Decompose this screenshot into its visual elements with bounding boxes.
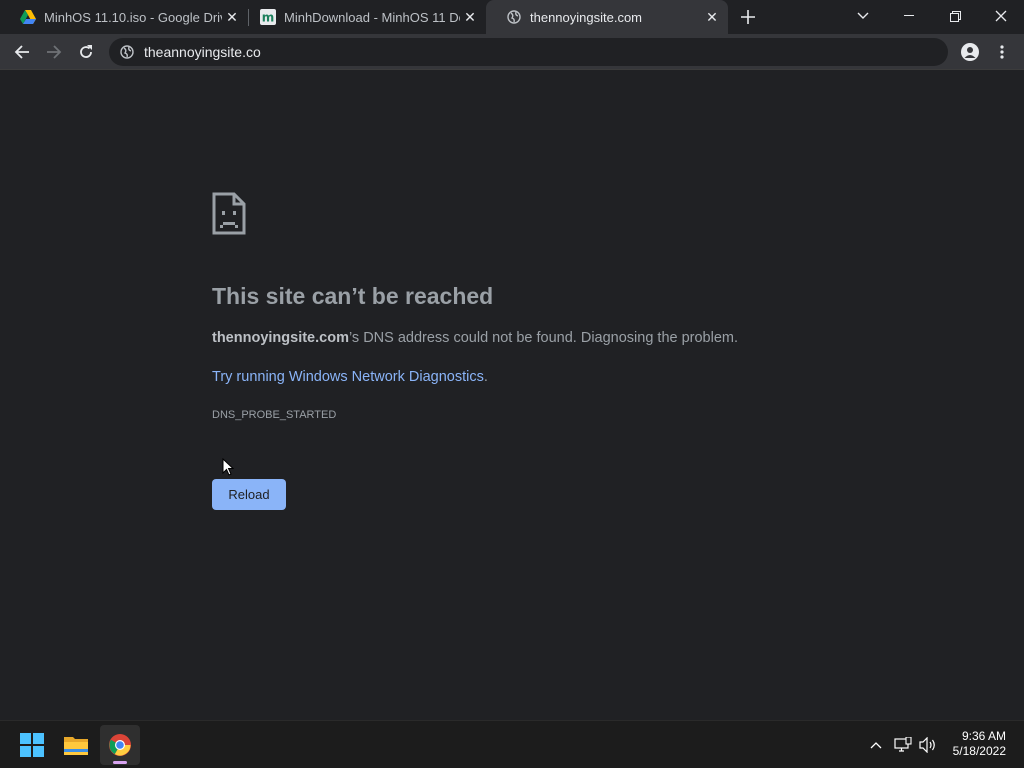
tab-title: MinhOS 11.10.iso - Google Drive [44, 9, 222, 25]
error-title: This site can’t be reached [212, 283, 494, 309]
chrome-icon[interactable] [100, 725, 140, 765]
reload-icon[interactable] [72, 38, 100, 66]
close-icon[interactable]: ✕ [702, 7, 722, 27]
globe-icon [119, 44, 135, 60]
menu-kebab-icon[interactable] [988, 38, 1016, 66]
address-url: theannoyingsite.co [144, 44, 261, 60]
restore-button[interactable] [932, 0, 978, 32]
screen: MinhOS 11.10.iso - Google Drive ✕ m Minh… [0, 0, 1024, 768]
volume-icon[interactable] [918, 735, 938, 755]
clock-date: 5/18/2022 [952, 744, 1006, 758]
close-window-button[interactable] [978, 0, 1024, 32]
taskbar: 9:36 AM 5/18/2022 [0, 720, 1024, 768]
tab-title: MinhDownload - MinhOS 11 Dev [284, 9, 460, 25]
active-app-indicator [113, 761, 127, 764]
minimize-button[interactable] [886, 0, 932, 32]
reload-button[interactable]: Reload [212, 479, 286, 510]
error-host: thennoyingsite.com [212, 330, 349, 346]
error-description: thennoyingsite.com’s DNS address could n… [212, 330, 738, 346]
error-description-text: ’s DNS address could not be found. Diagn… [348, 330, 739, 346]
chevron-up-icon[interactable] [866, 735, 886, 755]
system-clock[interactable]: 9:36 AM 5/18/2022 [953, 729, 1006, 759]
address-bar[interactable]: theannoyingsite.co [109, 38, 948, 66]
sad-page-icon [212, 192, 246, 235]
globe-icon [506, 9, 522, 25]
minhdownload-icon: m [260, 9, 276, 25]
tab-minhdownload[interactable]: m MinhDownload - MinhOS 11 Dev ✕ [240, 0, 486, 34]
toolbar: theannoyingsite.co [0, 34, 1024, 70]
back-button[interactable] [8, 38, 36, 66]
file-explorer-icon[interactable] [56, 725, 96, 765]
close-icon[interactable]: ✕ [460, 7, 480, 27]
suggestion-period: . [483, 369, 488, 385]
svg-text:m: m [262, 11, 275, 25]
new-tab-button[interactable] [736, 5, 760, 29]
page-content: This site can’t be reached thennoyingsit… [0, 71, 1024, 720]
error-suggestion: Try running Windows Network Diagnostics. [212, 369, 488, 385]
clock-time: 9:36 AM [961, 729, 1006, 743]
forward-button[interactable] [40, 38, 68, 66]
network-diagnostics-link[interactable]: Try running Windows Network Diagnostics [212, 369, 484, 385]
close-icon[interactable]: ✕ [222, 7, 242, 27]
tab-search-button[interactable] [840, 0, 886, 32]
google-drive-icon [20, 9, 36, 25]
tab-google-drive[interactable]: MinhOS 11.10.iso - Google Drive ✕ [0, 0, 248, 34]
windows-start-icon[interactable] [12, 725, 52, 765]
error-code: DNS_PROBE_STARTED [212, 409, 337, 421]
network-icon[interactable] [893, 735, 913, 755]
profile-icon[interactable] [956, 38, 984, 66]
mouse-cursor-icon [222, 457, 235, 476]
tab-strip: MinhOS 11.10.iso - Google Drive ✕ m Minh… [0, 0, 1024, 34]
tab-title: thennoyingsite.com [530, 9, 643, 25]
tab-active[interactable]: thennoyingsite.com ✕ [486, 0, 728, 34]
